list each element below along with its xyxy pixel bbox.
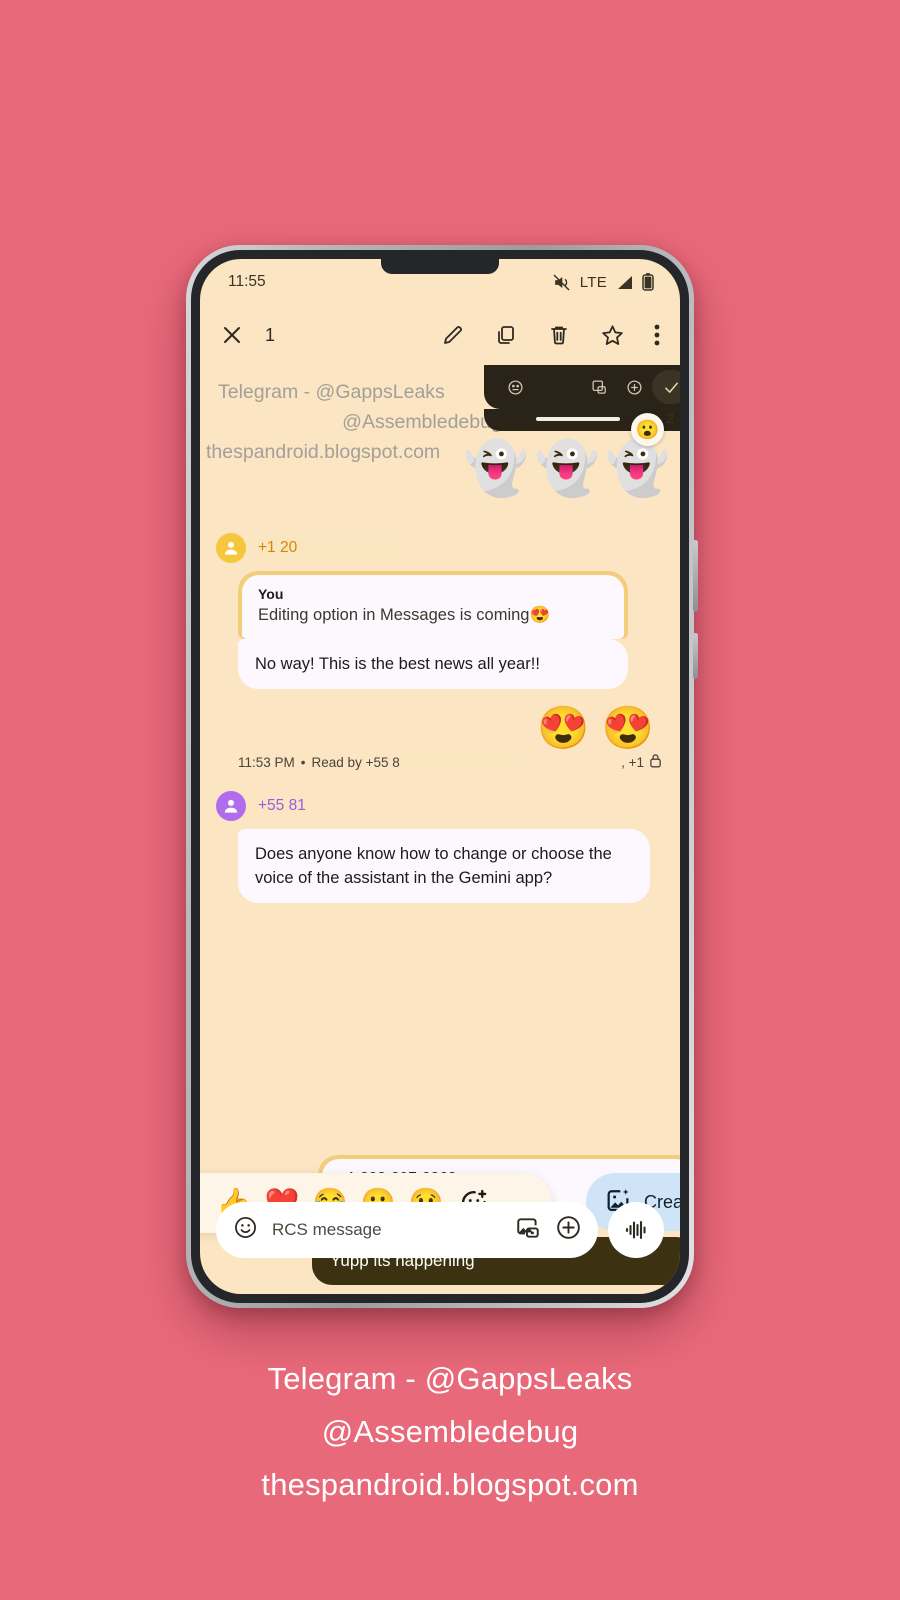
avatar <box>216 533 246 563</box>
status-time: 11:55 <box>228 273 266 290</box>
heart-eyes-reaction: 😍 <box>601 704 654 751</box>
emoji-smiley-icon[interactable] <box>233 1215 258 1245</box>
plus-circle-icon[interactable] <box>555 1214 582 1246</box>
edit-toolbar <box>484 365 680 409</box>
phone-bezel: 11:55 LTE 1 Telegram - @GappsLeaks @Asse… <box>191 250 689 1303</box>
copy-icon[interactable] <box>494 323 518 347</box>
message-list: +1 20 You Editing option in Messages is … <box>216 533 664 903</box>
avatar <box>216 791 246 821</box>
lock-icon <box>649 753 662 771</box>
star-icon[interactable] <box>600 323 625 348</box>
phone-screen: 11:55 LTE 1 Telegram - @GappsLeaks @Asse… <box>200 259 680 1294</box>
quoted-reply[interactable]: You Editing option in Messages is coming… <box>238 571 628 639</box>
power-button[interactable] <box>693 633 698 679</box>
delete-icon[interactable] <box>547 323 571 347</box>
quoted-reply-inner: You Editing option in Messages is coming… <box>242 575 624 639</box>
caption-line-3: thespandroid.blogspot.com <box>261 1467 639 1502</box>
close-icon[interactable] <box>220 323 244 347</box>
volume-button[interactable] <box>693 540 698 612</box>
mute-icon <box>552 273 571 292</box>
sender-name: +55 81 <box>258 797 306 814</box>
image-icon[interactable] <box>591 379 608 396</box>
reaction-extra-count: , +1 <box>621 754 644 770</box>
camera-notch <box>381 259 499 274</box>
chat-area: Telegram - @GappsLeaks @Assembledebug th… <box>200 365 680 1294</box>
caption-line-1: Telegram - @GappsLeaks <box>267 1361 633 1396</box>
heart-eyes-reaction: 😍 <box>537 704 590 751</box>
network-label: LTE <box>579 273 607 291</box>
message-meta: 11:53 PM • Read by +55 8 , +1 <box>238 753 662 771</box>
edit-icon[interactable] <box>441 323 465 347</box>
caption: Telegram - @GappsLeaks @Assembledebug th… <box>0 1352 900 1511</box>
message-bubble[interactable]: No way! This is the best news all year!! <box>238 639 628 689</box>
check-icon[interactable] <box>652 370 680 404</box>
sender-row: +55 81 <box>216 791 664 821</box>
status-indicators: LTE <box>552 273 654 292</box>
meta-separator: • <box>300 754 306 770</box>
gallery-icon[interactable] <box>515 1215 541 1246</box>
message-input-bar: RCS message <box>216 1202 664 1258</box>
compose-field[interactable]: RCS message <box>216 1202 598 1258</box>
quoted-reply-author: You <box>258 586 284 602</box>
message-bubble[interactable]: Does anyone know how to change or choose… <box>238 829 650 903</box>
ghost-emoji-row: 👻 👻 👻 <box>464 443 670 495</box>
selection-app-bar: 1 <box>200 305 680 365</box>
ghost-icon: 👻 <box>605 440 670 498</box>
voice-waveform-icon[interactable] <box>608 1202 664 1258</box>
redacted-bar <box>297 539 400 556</box>
quoted-reply-text: Editing option in Messages is coming😍 <box>258 606 551 624</box>
phone-frame: 11:55 LTE 1 Telegram - @GappsLeaks @Asse… <box>186 245 698 1308</box>
sender-row: +1 20 <box>216 533 664 563</box>
message-reactions[interactable]: 😍 😍 <box>216 707 654 749</box>
read-receipt: Read by +55 8 <box>311 754 400 770</box>
redacted-bar <box>399 755 520 769</box>
reaction-badge-emoji: 😮 <box>631 413 665 446</box>
plus-icon[interactable] <box>626 379 643 396</box>
message-reaction-badge[interactable]: 😮 2 <box>631 410 674 446</box>
sender-name: +1 20 <box>258 538 400 558</box>
caption-line-2: @Assembledebug <box>321 1414 579 1449</box>
meta-right: , +1 <box>621 753 662 771</box>
selection-count: 1 <box>265 324 276 345</box>
compose-placeholder: RCS message <box>272 1220 382 1239</box>
signal-icon <box>616 275 633 290</box>
app-bar-actions <box>441 323 660 348</box>
overflow-menu-icon[interactable] <box>654 324 660 346</box>
reaction-badge-count: 2 <box>666 410 674 426</box>
sender-label: +1 20 <box>258 539 298 556</box>
message-time: 11:53 PM <box>238 754 295 770</box>
battery-icon <box>642 273 654 291</box>
emoji-icon[interactable] <box>507 379 524 396</box>
ghost-icon: 👻 <box>534 440 600 498</box>
ghost-icon: 👻 <box>463 440 529 498</box>
